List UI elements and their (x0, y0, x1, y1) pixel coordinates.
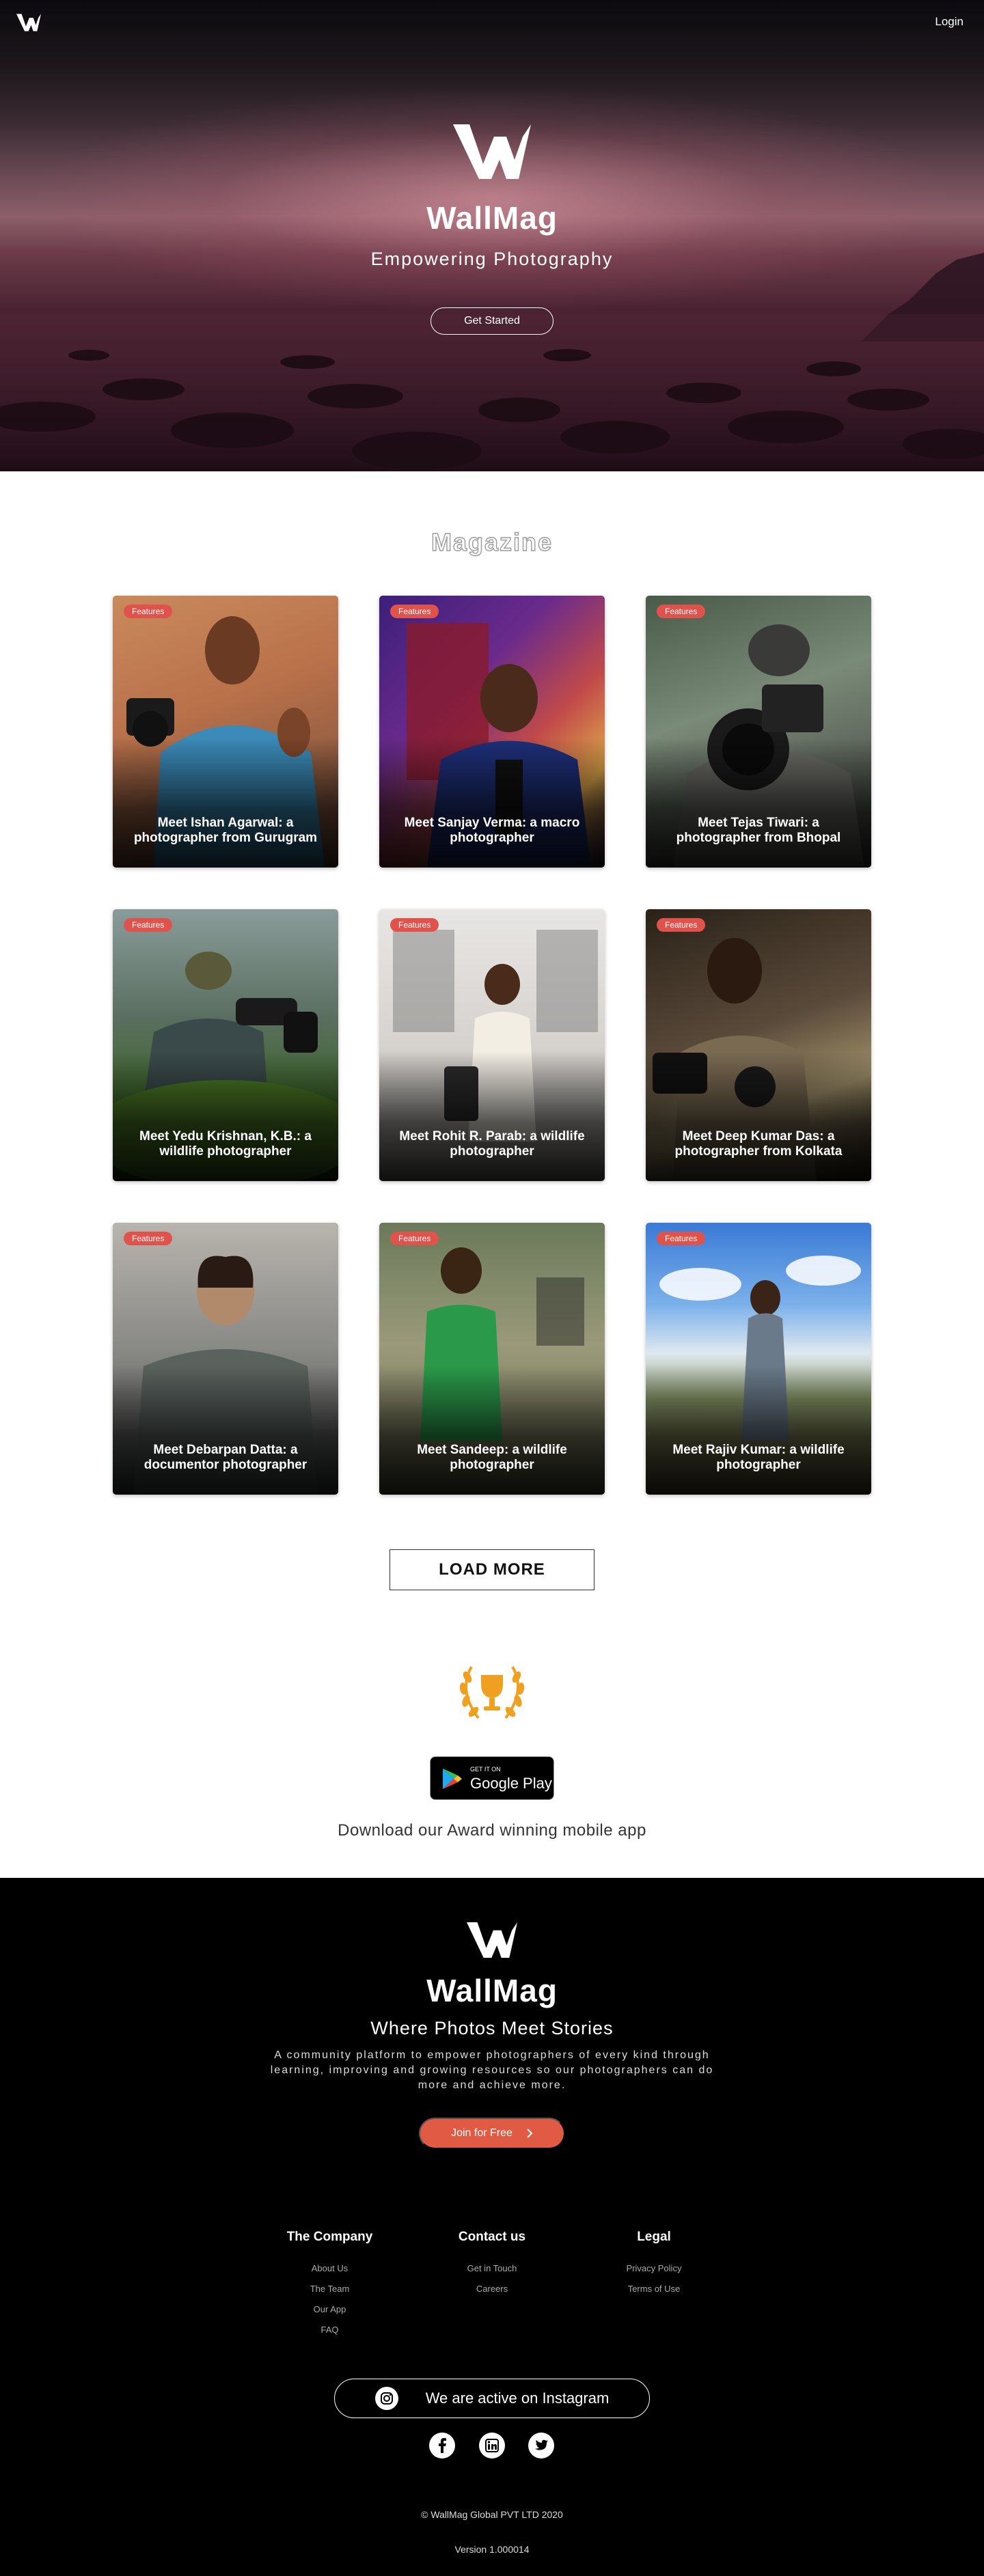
features-badge: Features (124, 918, 173, 932)
magazine-card[interactable]: Features Meet Debarpan Datta: a document… (113, 1223, 338, 1495)
footer-link-get-in-touch[interactable]: Get in Touch (444, 2258, 540, 2279)
magazine-card[interactable]: Features Meet Tejas Tiwari: a photograph… (646, 596, 871, 868)
hero-section: Login WallMag Empowering Photography Get… (0, 0, 984, 471)
magazine-card[interactable]: Features Meet Sandeep: a wildlife photog… (379, 1223, 605, 1495)
features-badge: Features (124, 1232, 173, 1245)
footer-link-privacy[interactable]: Privacy Policy (606, 2258, 702, 2279)
footer-column-company: The Company About Us The Team Our App FA… (273, 2230, 386, 2340)
linkedin-icon[interactable] (479, 2433, 505, 2459)
logo-icon[interactable] (16, 14, 41, 31)
card-title: Meet Deep Kumar Das: a photographer from… (674, 1129, 843, 1159)
hero-tagline: Empowering Photography (370, 249, 614, 269)
footer-column-heading: Legal (637, 2230, 671, 2244)
footer-column-heading: The Company (286, 2230, 373, 2244)
footer-link-about[interactable]: About Us (273, 2258, 386, 2279)
join-label: Join for Free (451, 2127, 512, 2139)
magazine-card[interactable]: Features Meet Deep Kumar Das: a photogra… (646, 909, 871, 1181)
features-badge: Features (124, 605, 173, 618)
card-title: Meet Rohit R. Parab: a wildlife photogra… (399, 1129, 585, 1159)
features-badge: Features (390, 605, 439, 618)
get-started-button[interactable]: Get Started (430, 307, 554, 335)
footer-link-team[interactable]: The Team (273, 2279, 386, 2299)
magazine-title: Magazine (430, 527, 554, 556)
footer-column-heading: Contact us (458, 2230, 526, 2244)
card-title: Meet Ishan Agarwal: a photographer from … (133, 816, 318, 845)
footer-link-faq[interactable]: FAQ (273, 2320, 386, 2340)
card-title: Meet Sanjay Verma: a macro photographer (404, 816, 580, 845)
store-big-label: Google Play (470, 1775, 552, 1792)
card-title: Meet Sandeep: a wildlife photographer (417, 1443, 567, 1472)
instagram-button[interactable]: We are active on Instagram (334, 2379, 650, 2418)
footer-column-legal: Legal Privacy Policy Terms of Use (606, 2230, 702, 2299)
footer: WallMag Where Photos Meet Stories A comm… (0, 1878, 984, 2576)
hero-title: WallMag (426, 200, 558, 236)
footer-logo-icon (467, 1922, 517, 1958)
magazine-card[interactable]: Features Meet Ishan Agarwal: a photograp… (113, 596, 338, 868)
copyright-text: © WallMag Global PVT LTD 2020 (421, 2509, 563, 2520)
footer-link-app[interactable]: Our App (273, 2299, 386, 2320)
magazine-card[interactable]: Features Meet Sanjay Verma: a macro phot… (379, 596, 605, 868)
features-badge: Features (657, 1232, 706, 1245)
facebook-icon[interactable] (429, 2433, 455, 2459)
award-trophy-icon (459, 1666, 525, 1719)
play-store-icon (443, 1769, 462, 1789)
load-more-button[interactable]: LOAD MORE (390, 1549, 594, 1590)
features-badge: Features (390, 1232, 439, 1245)
google-play-badge[interactable]: GET IT ON Google Play (430, 1756, 554, 1800)
store-small-label: GET IT ON (470, 1766, 501, 1773)
version-text: Version 1.000014 (454, 2544, 530, 2555)
footer-description: A community platform to empower photogra… (270, 2049, 714, 2091)
join-for-free-button[interactable]: Join for Free (419, 2118, 565, 2149)
magazine-card[interactable]: Features Meet Rohit R. Parab: a wildlife… (379, 909, 605, 1181)
rocks-foreground (0, 314, 984, 471)
footer-subtitle: Where Photos Meet Stories (370, 2018, 614, 2038)
card-title: Meet Yedu Krishnan, K.B.: a wildlife pho… (139, 1129, 312, 1159)
card-title: Meet Tejas Tiwari: a photographer from B… (676, 816, 841, 845)
magazine-card[interactable]: Features Meet Yedu Krishnan, K.B.: a wil… (113, 909, 338, 1181)
footer-column-contact: Contact us Get in Touch Careers (444, 2230, 540, 2299)
footer-link-terms[interactable]: Terms of Use (606, 2279, 702, 2299)
footer-brand: WallMag (426, 1973, 558, 2008)
login-link[interactable]: Login (935, 15, 964, 29)
brand-logo-icon (453, 124, 531, 179)
features-badge: Features (390, 918, 439, 932)
chevron-right-icon (527, 2129, 533, 2138)
magazine-card[interactable]: Features Meet Rajiv Kumar: a wildlife ph… (646, 1223, 871, 1495)
instagram-label: We are active on Instagram (425, 2390, 610, 2407)
features-badge: Features (657, 918, 706, 932)
card-title: Meet Rajiv Kumar: a wildlife photographe… (672, 1443, 845, 1472)
footer-link-careers[interactable]: Careers (444, 2279, 540, 2299)
card-title: Meet Debarpan Datta: a documentor photog… (144, 1443, 308, 1472)
twitter-icon[interactable] (528, 2433, 554, 2459)
features-badge: Features (657, 605, 706, 618)
instagram-icon (374, 2387, 398, 2410)
download-text: Download our Award winning mobile app (338, 1821, 646, 1840)
